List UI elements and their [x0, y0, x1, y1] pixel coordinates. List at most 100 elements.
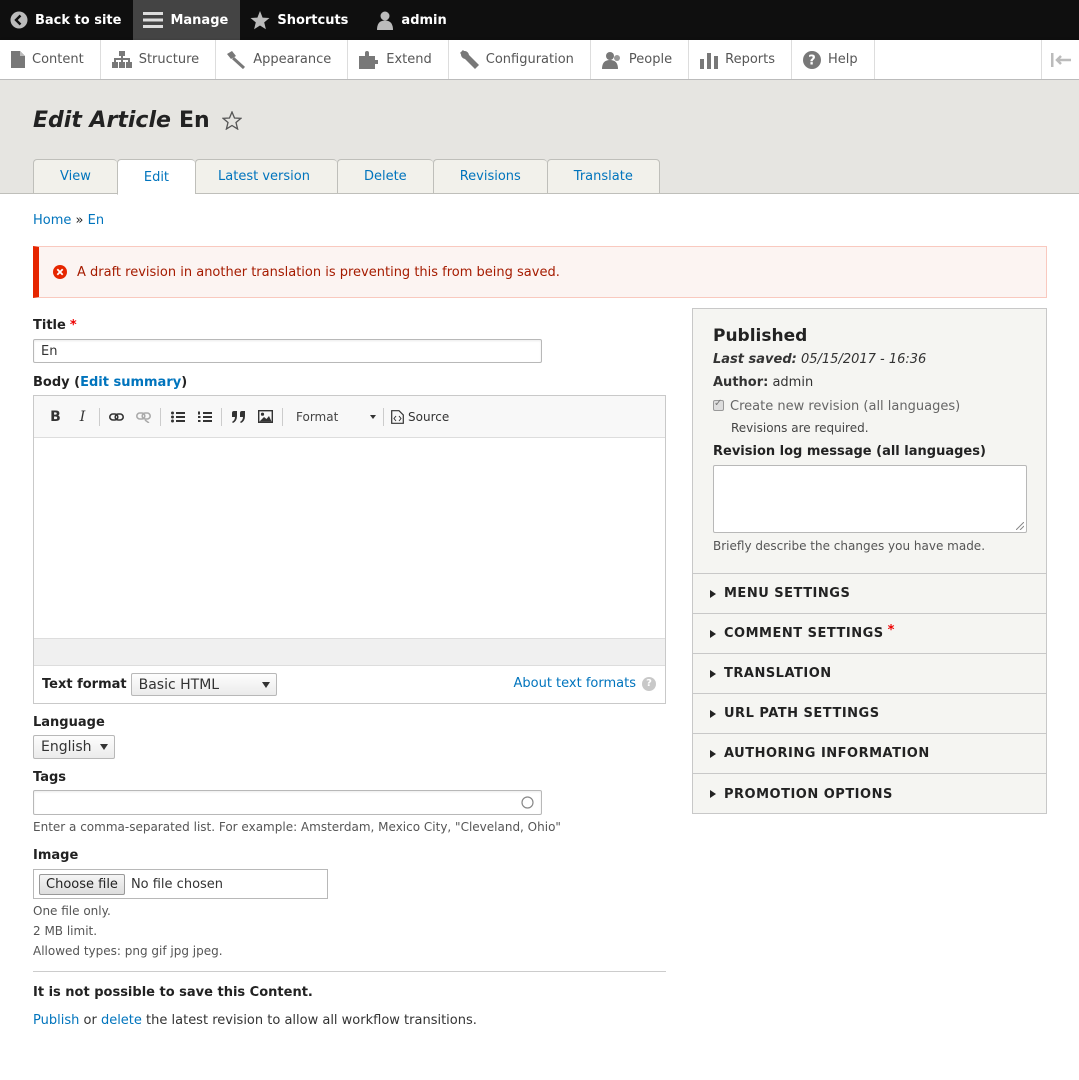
tray-label: Reports	[725, 52, 775, 67]
language-label: Language	[33, 715, 105, 730]
tray-label: Appearance	[253, 52, 332, 67]
user-tab[interactable]: admin	[360, 0, 458, 40]
tray-item-extend[interactable]: Extend	[348, 40, 449, 79]
tab-edit[interactable]: Edit	[116, 159, 196, 195]
tab-delete[interactable]: Delete	[336, 159, 433, 194]
source-label: Source	[408, 409, 450, 424]
language-select[interactable]: English	[33, 735, 115, 759]
body-editor: B I Format Source Text format Basic HTML…	[33, 395, 666, 704]
toolbar-separator	[160, 407, 161, 426]
numbered-list-button[interactable]	[191, 405, 218, 429]
about-text-formats-link[interactable]: About text formats	[513, 676, 636, 691]
expand-arrow-icon	[710, 629, 716, 638]
chevron-down-icon	[100, 744, 108, 750]
about-text-formats: About text formats ?	[513, 676, 656, 691]
tray-item-reports[interactable]: Reports	[689, 40, 792, 79]
structure-icon	[111, 51, 132, 68]
page-title: Edit Article En	[33, 108, 242, 133]
wrench-icon	[459, 50, 479, 69]
back-to-site-link[interactable]: Back to site	[0, 0, 133, 40]
tab-latest-version[interactable]: Latest version	[195, 159, 337, 194]
page-header: Edit Article En View Edit Latest version…	[0, 80, 1079, 195]
revision-log-textarea[interactable]	[713, 465, 1027, 533]
help-icon: ?	[642, 676, 656, 691]
tab-view[interactable]: View	[33, 159, 117, 194]
author-label: Author:	[713, 375, 769, 390]
resize-handle-icon[interactable]	[1016, 522, 1024, 530]
tray-orientation-toggle[interactable]	[1041, 40, 1079, 79]
bold-label: B	[50, 408, 61, 425]
source-button[interactable]: Source	[391, 410, 449, 424]
menu-settings-section[interactable]: MENU SETTINGS	[693, 574, 1046, 614]
italic-button[interactable]: I	[69, 405, 96, 429]
edit-summary-link[interactable]: Edit summary	[80, 375, 181, 390]
error-text: A draft revision in another translation …	[77, 264, 560, 280]
breadcrumb-home[interactable]: Home	[33, 213, 71, 228]
tray-item-people[interactable]: People	[591, 40, 690, 79]
title-label: Title *	[33, 318, 77, 333]
promotion-options-section[interactable]: PROMOTION OPTIONS	[693, 774, 1046, 814]
tab-revisions[interactable]: Revisions	[432, 159, 547, 194]
format-dropdown[interactable]: Format	[292, 410, 380, 424]
primary-tabs: View Edit Latest version Delete Revision…	[33, 159, 660, 195]
revisions-required-text: Revisions are required.	[731, 421, 869, 435]
source-icon	[391, 409, 404, 424]
svg-text:?: ?	[808, 53, 816, 68]
delete-link[interactable]: delete	[101, 1013, 142, 1028]
puzzle-icon	[359, 50, 379, 69]
section-label: AUTHORING INFORMATION	[724, 746, 930, 761]
manage-tab[interactable]: Manage	[133, 0, 241, 40]
tray-item-configuration[interactable]: Configuration	[449, 40, 591, 79]
editor-content-area[interactable]	[34, 438, 665, 638]
last-saved: Last saved: 05/15/2017 - 16:36	[713, 352, 926, 367]
italic-label: I	[79, 408, 86, 425]
shortcuts-label: Shortcuts	[277, 12, 349, 28]
image-description-2: 2 MB limit.	[33, 924, 98, 938]
entity-meta-sidebar: Published Last saved: 05/15/2017 - 16:36…	[692, 308, 1047, 814]
back-to-site-label: Back to site	[35, 12, 122, 28]
star-icon	[250, 10, 270, 29]
new-revision-row: Create new revision (all languages)	[713, 398, 961, 414]
title-input[interactable]: En	[33, 339, 542, 363]
translation-section[interactable]: TRANSLATION	[693, 654, 1046, 694]
blockquote-button[interactable]	[225, 405, 252, 429]
authoring-information-section[interactable]: AUTHORING INFORMATION	[693, 734, 1046, 774]
tray-item-structure[interactable]: Structure	[101, 40, 217, 79]
user-label: admin	[401, 12, 447, 28]
text-format-select[interactable]: Basic HTML	[130, 673, 277, 696]
expand-arrow-icon	[710, 749, 716, 758]
cannot-save-message: It is not possible to save this Content.	[33, 985, 313, 1000]
tags-label: Tags	[33, 770, 67, 785]
breadcrumb-current[interactable]: En	[88, 213, 104, 228]
link-button[interactable]	[103, 405, 130, 429]
tags-description: Enter a comma-separated list. For exampl…	[33, 820, 561, 834]
choose-file-button[interactable]: Choose file	[39, 873, 125, 895]
new-revision-checkbox[interactable]	[713, 398, 724, 411]
section-label: COMMENT SETTINGS	[724, 626, 884, 641]
tags-input[interactable]	[33, 790, 542, 815]
tray-item-help[interactable]: ? Help	[792, 40, 875, 79]
tray-label: Configuration	[485, 52, 574, 67]
image-button[interactable]	[252, 405, 279, 429]
link-icon	[109, 412, 124, 421]
new-revision-label: Create new revision (all languages)	[730, 399, 961, 414]
publish-link[interactable]: Publish	[33, 1013, 79, 1028]
image-label: Image	[33, 848, 79, 863]
tray-item-appearance[interactable]: Appearance	[216, 40, 349, 79]
expand-arrow-icon	[710, 669, 716, 678]
bold-button[interactable]: B	[42, 405, 69, 429]
tray-label: Extend	[386, 52, 432, 67]
admin-tray: Content Structure Appearance Extend Conf…	[0, 40, 1079, 80]
shortcut-star-icon[interactable]	[221, 111, 242, 130]
unlink-button[interactable]	[130, 405, 157, 429]
workflow-tail-text: the latest revision to allow all workflo…	[146, 1013, 477, 1028]
shortcuts-tab[interactable]: Shortcuts	[240, 0, 360, 40]
url-path-settings-section[interactable]: URL PATH SETTINGS	[693, 694, 1046, 734]
comment-settings-section[interactable]: COMMENT SETTINGS *	[693, 614, 1046, 654]
bulleted-list-button[interactable]	[164, 405, 191, 429]
toolbar-separator	[383, 407, 384, 426]
body-label: Body (Edit summary)	[33, 375, 187, 390]
breadcrumb-separator: »	[75, 213, 84, 228]
tray-item-content[interactable]: Content	[0, 40, 101, 79]
tab-translate[interactable]: Translate	[546, 159, 660, 194]
